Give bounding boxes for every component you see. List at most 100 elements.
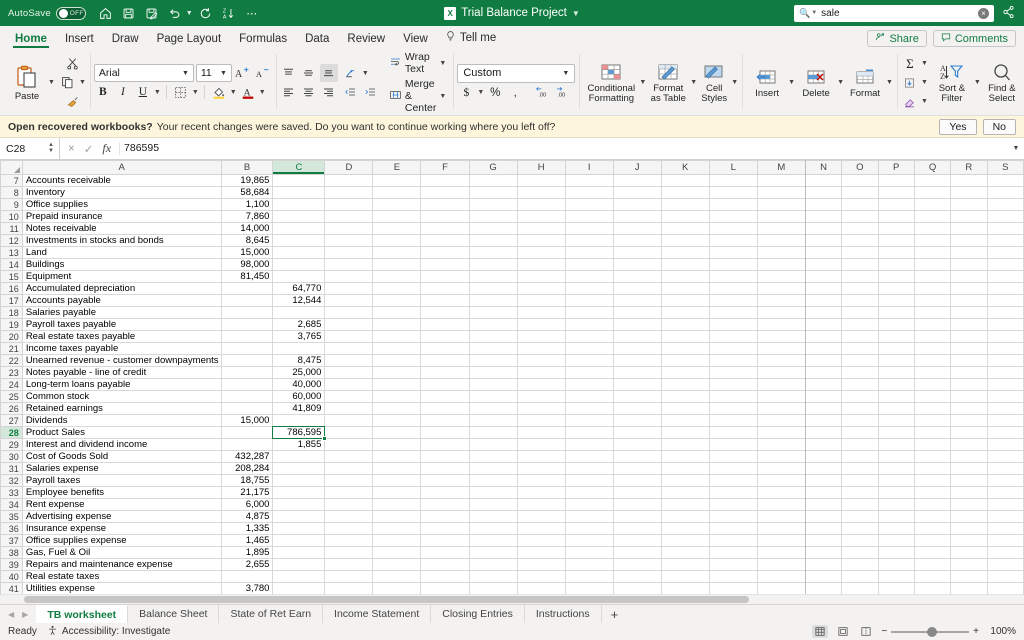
cell-D37[interactable] [325,535,373,547]
cell-A11[interactable]: Notes receivable [22,223,221,235]
cell-N29[interactable] [805,439,841,451]
cell-Q20[interactable] [914,331,950,343]
cell-M41[interactable] [757,583,805,595]
tab-page-layout[interactable]: Page Layout [148,32,231,48]
comments-button[interactable]: Comments [933,30,1016,47]
share-link-icon[interactable] [1002,5,1016,22]
horizontal-scrollbar[interactable] [0,594,1024,604]
cell-N10[interactable] [805,211,841,223]
cell-N18[interactable] [805,307,841,319]
cell-K14[interactable] [661,259,709,271]
row-header-37[interactable]: 37 [1,535,23,547]
cell-H23[interactable] [517,367,565,379]
cell-O33[interactable] [842,487,878,499]
row-header-20[interactable]: 20 [1,331,23,343]
cell-M24[interactable] [757,379,805,391]
cell-M15[interactable] [757,271,805,283]
cell-L28[interactable] [709,427,757,439]
cell-L20[interactable] [709,331,757,343]
cell-K23[interactable] [661,367,709,379]
cell-S30[interactable] [987,451,1023,463]
cell-G22[interactable] [469,355,517,367]
cell-D17[interactable] [325,295,373,307]
cell-A40[interactable]: Real estate taxes [22,571,221,583]
column-header-s[interactable]: S [987,161,1023,175]
cell-K11[interactable] [661,223,709,235]
cell-F25[interactable] [421,391,469,403]
orientation-caret-icon[interactable]: ▼ [362,70,369,77]
cell-G10[interactable] [469,211,517,223]
sheet-prev-icon[interactable]: ◀ [8,610,14,619]
cell-B14[interactable]: 98,000 [221,259,273,271]
cell-Q18[interactable] [914,307,950,319]
cell-I15[interactable] [565,271,613,283]
cell-C30[interactable] [273,451,325,463]
cell-B16[interactable] [221,283,273,295]
cell-E29[interactable] [373,439,421,451]
cell-J17[interactable] [613,295,661,307]
column-header-p[interactable]: P [878,161,914,175]
cell-F7[interactable] [421,175,469,187]
share-button[interactable]: Share [867,30,926,47]
insert-cells-button[interactable]: Insert [746,66,788,99]
cell-M23[interactable] [757,367,805,379]
borders-icon[interactable] [172,83,190,101]
cell-E11[interactable] [373,223,421,235]
cell-N38[interactable] [805,547,841,559]
cell-H9[interactable] [517,199,565,211]
cell-K28[interactable] [661,427,709,439]
cell-A34[interactable]: Rent expense [22,499,221,511]
cell-E33[interactable] [373,487,421,499]
cell-B39[interactable]: 2,655 [221,559,273,571]
currency-format-button[interactable]: $ [457,84,475,102]
cell-I17[interactable] [565,295,613,307]
cell-F35[interactable] [421,511,469,523]
cell-P35[interactable] [878,511,914,523]
cell-L14[interactable] [709,259,757,271]
cell-I22[interactable] [565,355,613,367]
cell-D34[interactable] [325,499,373,511]
cell-I29[interactable] [565,439,613,451]
cell-A18[interactable]: Salaries payable [22,307,221,319]
cell-R15[interactable] [951,271,987,283]
cell-J38[interactable] [613,547,661,559]
cell-S15[interactable] [987,271,1023,283]
row-header-29[interactable]: 29 [1,439,23,451]
cell-M38[interactable] [757,547,805,559]
cell-Q15[interactable] [914,271,950,283]
cell-P40[interactable] [878,571,914,583]
cell-C8[interactable] [273,187,325,199]
number-format-caret-icon[interactable]: ▼ [562,70,569,77]
cell-K31[interactable] [661,463,709,475]
cell-K10[interactable] [661,211,709,223]
row-header-21[interactable]: 21 [1,343,23,355]
cell-S39[interactable] [987,559,1023,571]
cell-P36[interactable] [878,523,914,535]
cell-C38[interactable] [273,547,325,559]
cell-L25[interactable] [709,391,757,403]
cell-H41[interactable] [517,583,565,595]
cell-L10[interactable] [709,211,757,223]
cell-D36[interactable] [325,523,373,535]
cell-F29[interactable] [421,439,469,451]
row-header-35[interactable]: 35 [1,511,23,523]
page-layout-view-icon[interactable] [835,625,851,638]
cell-K27[interactable] [661,415,709,427]
cell-Q10[interactable] [914,211,950,223]
wrap-text-caret-icon[interactable]: ▼ [439,60,446,67]
name-box[interactable]: C28 ▲▼ [0,138,60,159]
cell-Q7[interactable] [914,175,950,187]
cell-H24[interactable] [517,379,565,391]
insert-function-icon[interactable]: fx [102,141,111,156]
cell-M37[interactable] [757,535,805,547]
cell-B18[interactable] [221,307,273,319]
column-header-a[interactable]: A [22,161,221,175]
decrease-decimal-icon[interactable]: .00 [554,84,572,102]
cell-O28[interactable] [842,427,878,439]
increase-decimal-icon[interactable]: .00 [534,84,552,102]
cell-L34[interactable] [709,499,757,511]
cell-B17[interactable] [221,295,273,307]
cell-Q29[interactable] [914,439,950,451]
cell-D16[interactable] [325,283,373,295]
cell-A17[interactable]: Accounts payable [22,295,221,307]
